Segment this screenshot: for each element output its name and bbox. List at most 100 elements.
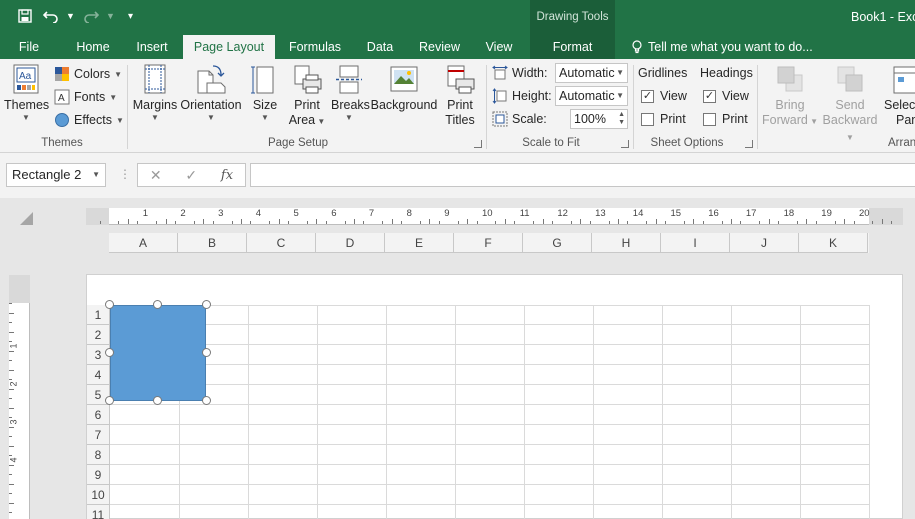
resize-handle-right[interactable] (202, 348, 211, 357)
row-header[interactable]: 9 (87, 465, 110, 485)
column-header[interactable]: A (109, 233, 178, 253)
themes-button[interactable]: Aa Themes ▼ (4, 63, 49, 123)
breaks-button[interactable]: Breaks ▼ (331, 63, 370, 123)
group-separator (127, 65, 128, 149)
ruler-tick (589, 221, 591, 224)
save-icon[interactable] (14, 6, 36, 26)
resize-handle-left[interactable] (105, 348, 114, 357)
margins-button[interactable]: Margins ▼ (131, 63, 179, 123)
colors-button[interactable]: Colors ▼ (54, 64, 122, 84)
height-dropdown[interactable]: Automatic ▼ (555, 86, 628, 106)
tab-file[interactable]: File (8, 35, 50, 59)
column-header[interactable]: J (730, 233, 799, 253)
column-header[interactable]: F (454, 233, 523, 253)
print-area-button[interactable]: Print Area ▼ (288, 63, 326, 129)
cell-grid[interactable]: 1 2 3 4 5 6 7 8 9 10 11 (87, 305, 870, 519)
select-all-corner-icon[interactable] (20, 212, 33, 225)
width-dropdown[interactable]: Automatic ▼ (555, 63, 628, 83)
row-header[interactable]: 2 (87, 325, 110, 345)
gridlines-print-checkbox[interactable]: Print (641, 110, 686, 128)
ruler-tick (580, 219, 582, 224)
ruler-tick (278, 219, 280, 224)
column-header[interactable]: B (178, 233, 247, 253)
row-header[interactable]: 10 (87, 485, 110, 505)
spinner-arrows-icon[interactable]: ▲ ▼ (618, 111, 625, 127)
ruler-tick (891, 221, 893, 224)
redo-dropdown-icon[interactable]: ▼ (106, 11, 116, 21)
cancel-icon[interactable]: ✕ (150, 167, 162, 184)
tab-data[interactable]: Data (358, 35, 402, 59)
tab-formulas[interactable]: Formulas (282, 35, 348, 59)
undo-icon[interactable] (40, 6, 62, 26)
row-header[interactable]: 8 (87, 445, 110, 465)
resize-handle-bottom[interactable] (153, 396, 162, 405)
selection-pane-button[interactable]: Select Pan (882, 63, 915, 128)
print-titles-button[interactable]: Print Titles (441, 63, 479, 128)
tell-me-search[interactable]: Tell me what you want to do... (632, 35, 813, 59)
sheet-options-launcher-icon[interactable] (745, 140, 753, 148)
bring-forward-button[interactable]: Bring Forward ▼ (762, 63, 818, 129)
column-header[interactable]: G (523, 233, 592, 253)
svg-text:A: A (58, 93, 65, 104)
chevron-down-icon[interactable]: ▼ (92, 164, 100, 186)
ruler-tick (570, 221, 572, 224)
undo-dropdown-icon[interactable]: ▼ (66, 11, 76, 21)
checkbox-unchecked-icon (703, 112, 716, 126)
formula-input[interactable] (250, 163, 915, 187)
orientation-button[interactable]: Orientation ▼ (180, 63, 242, 123)
gridlines-heading: Gridlines (638, 66, 688, 80)
ruler-tick (815, 221, 817, 224)
ruler-number: 1 (8, 343, 19, 349)
resize-handle-top[interactable] (153, 300, 162, 309)
headings-print-checkbox[interactable]: Print (703, 110, 748, 128)
gridline (386, 305, 387, 519)
fonts-button[interactable]: A Fonts ▼ (54, 87, 117, 107)
page-setup-launcher-icon[interactable] (474, 140, 482, 148)
tab-home[interactable]: Home (66, 35, 120, 59)
ruler-tick (797, 221, 799, 224)
tab-page-layout[interactable]: Page Layout (183, 35, 275, 59)
ruler-tick (9, 426, 14, 428)
tab-format[interactable]: Format (530, 35, 615, 59)
column-header[interactable]: H (592, 233, 661, 253)
column-header[interactable]: K (799, 233, 868, 253)
name-box[interactable]: Rectangle 2 ▼ (6, 163, 106, 187)
column-header[interactable]: I (661, 233, 730, 253)
tab-review[interactable]: Review (412, 35, 467, 59)
size-button[interactable]: Size ▼ (248, 63, 282, 123)
enter-icon[interactable]: ✓ (185, 167, 197, 184)
column-header[interactable]: D (316, 233, 385, 253)
tab-insert[interactable]: Insert (128, 35, 176, 59)
row-header[interactable]: 7 (87, 425, 110, 445)
scale-to-fit-launcher-icon[interactable] (621, 140, 629, 148)
column-header[interactable]: E (385, 233, 454, 253)
tab-view[interactable]: View (476, 35, 522, 59)
insert-function-icon[interactable]: fx (221, 168, 233, 183)
send-backward-button[interactable]: Send Backward ▼ (819, 63, 881, 145)
resize-handle-top-right[interactable] (202, 300, 211, 309)
resize-handle-bottom-right[interactable] (202, 396, 211, 405)
group-separator (757, 65, 758, 149)
customize-toolbar-icon[interactable]: ▾ (128, 11, 138, 22)
rectangle-shape[interactable] (110, 305, 206, 401)
ruler-tick (9, 455, 12, 456)
column-header[interactable]: C (247, 233, 316, 253)
resize-handle-top-left[interactable] (105, 300, 114, 309)
headings-view-checkbox[interactable]: ✓ View (703, 87, 749, 105)
ruler-tick (363, 221, 365, 224)
redo-icon[interactable] (80, 6, 102, 26)
resize-handle-bottom-left[interactable] (105, 396, 114, 405)
row-header[interactable]: 6 (87, 405, 110, 425)
gridline (110, 504, 870, 505)
row-header[interactable]: 11 (87, 505, 110, 519)
ruler-tick (608, 221, 610, 224)
background-button[interactable]: Background (370, 63, 438, 113)
ruler-tick (99, 221, 101, 224)
row-header[interactable]: 4 (87, 365, 110, 385)
ruler-number: 8 (406, 208, 412, 219)
checkbox-unchecked-icon (641, 112, 654, 126)
formula-bar-grip-icon[interactable]: ⋮ (119, 167, 131, 181)
effects-button[interactable]: Effects ▼ (54, 110, 124, 130)
scale-spinner[interactable]: 100% ▲ ▼ (570, 109, 628, 129)
gridlines-view-checkbox[interactable]: ✓ View (641, 87, 687, 105)
